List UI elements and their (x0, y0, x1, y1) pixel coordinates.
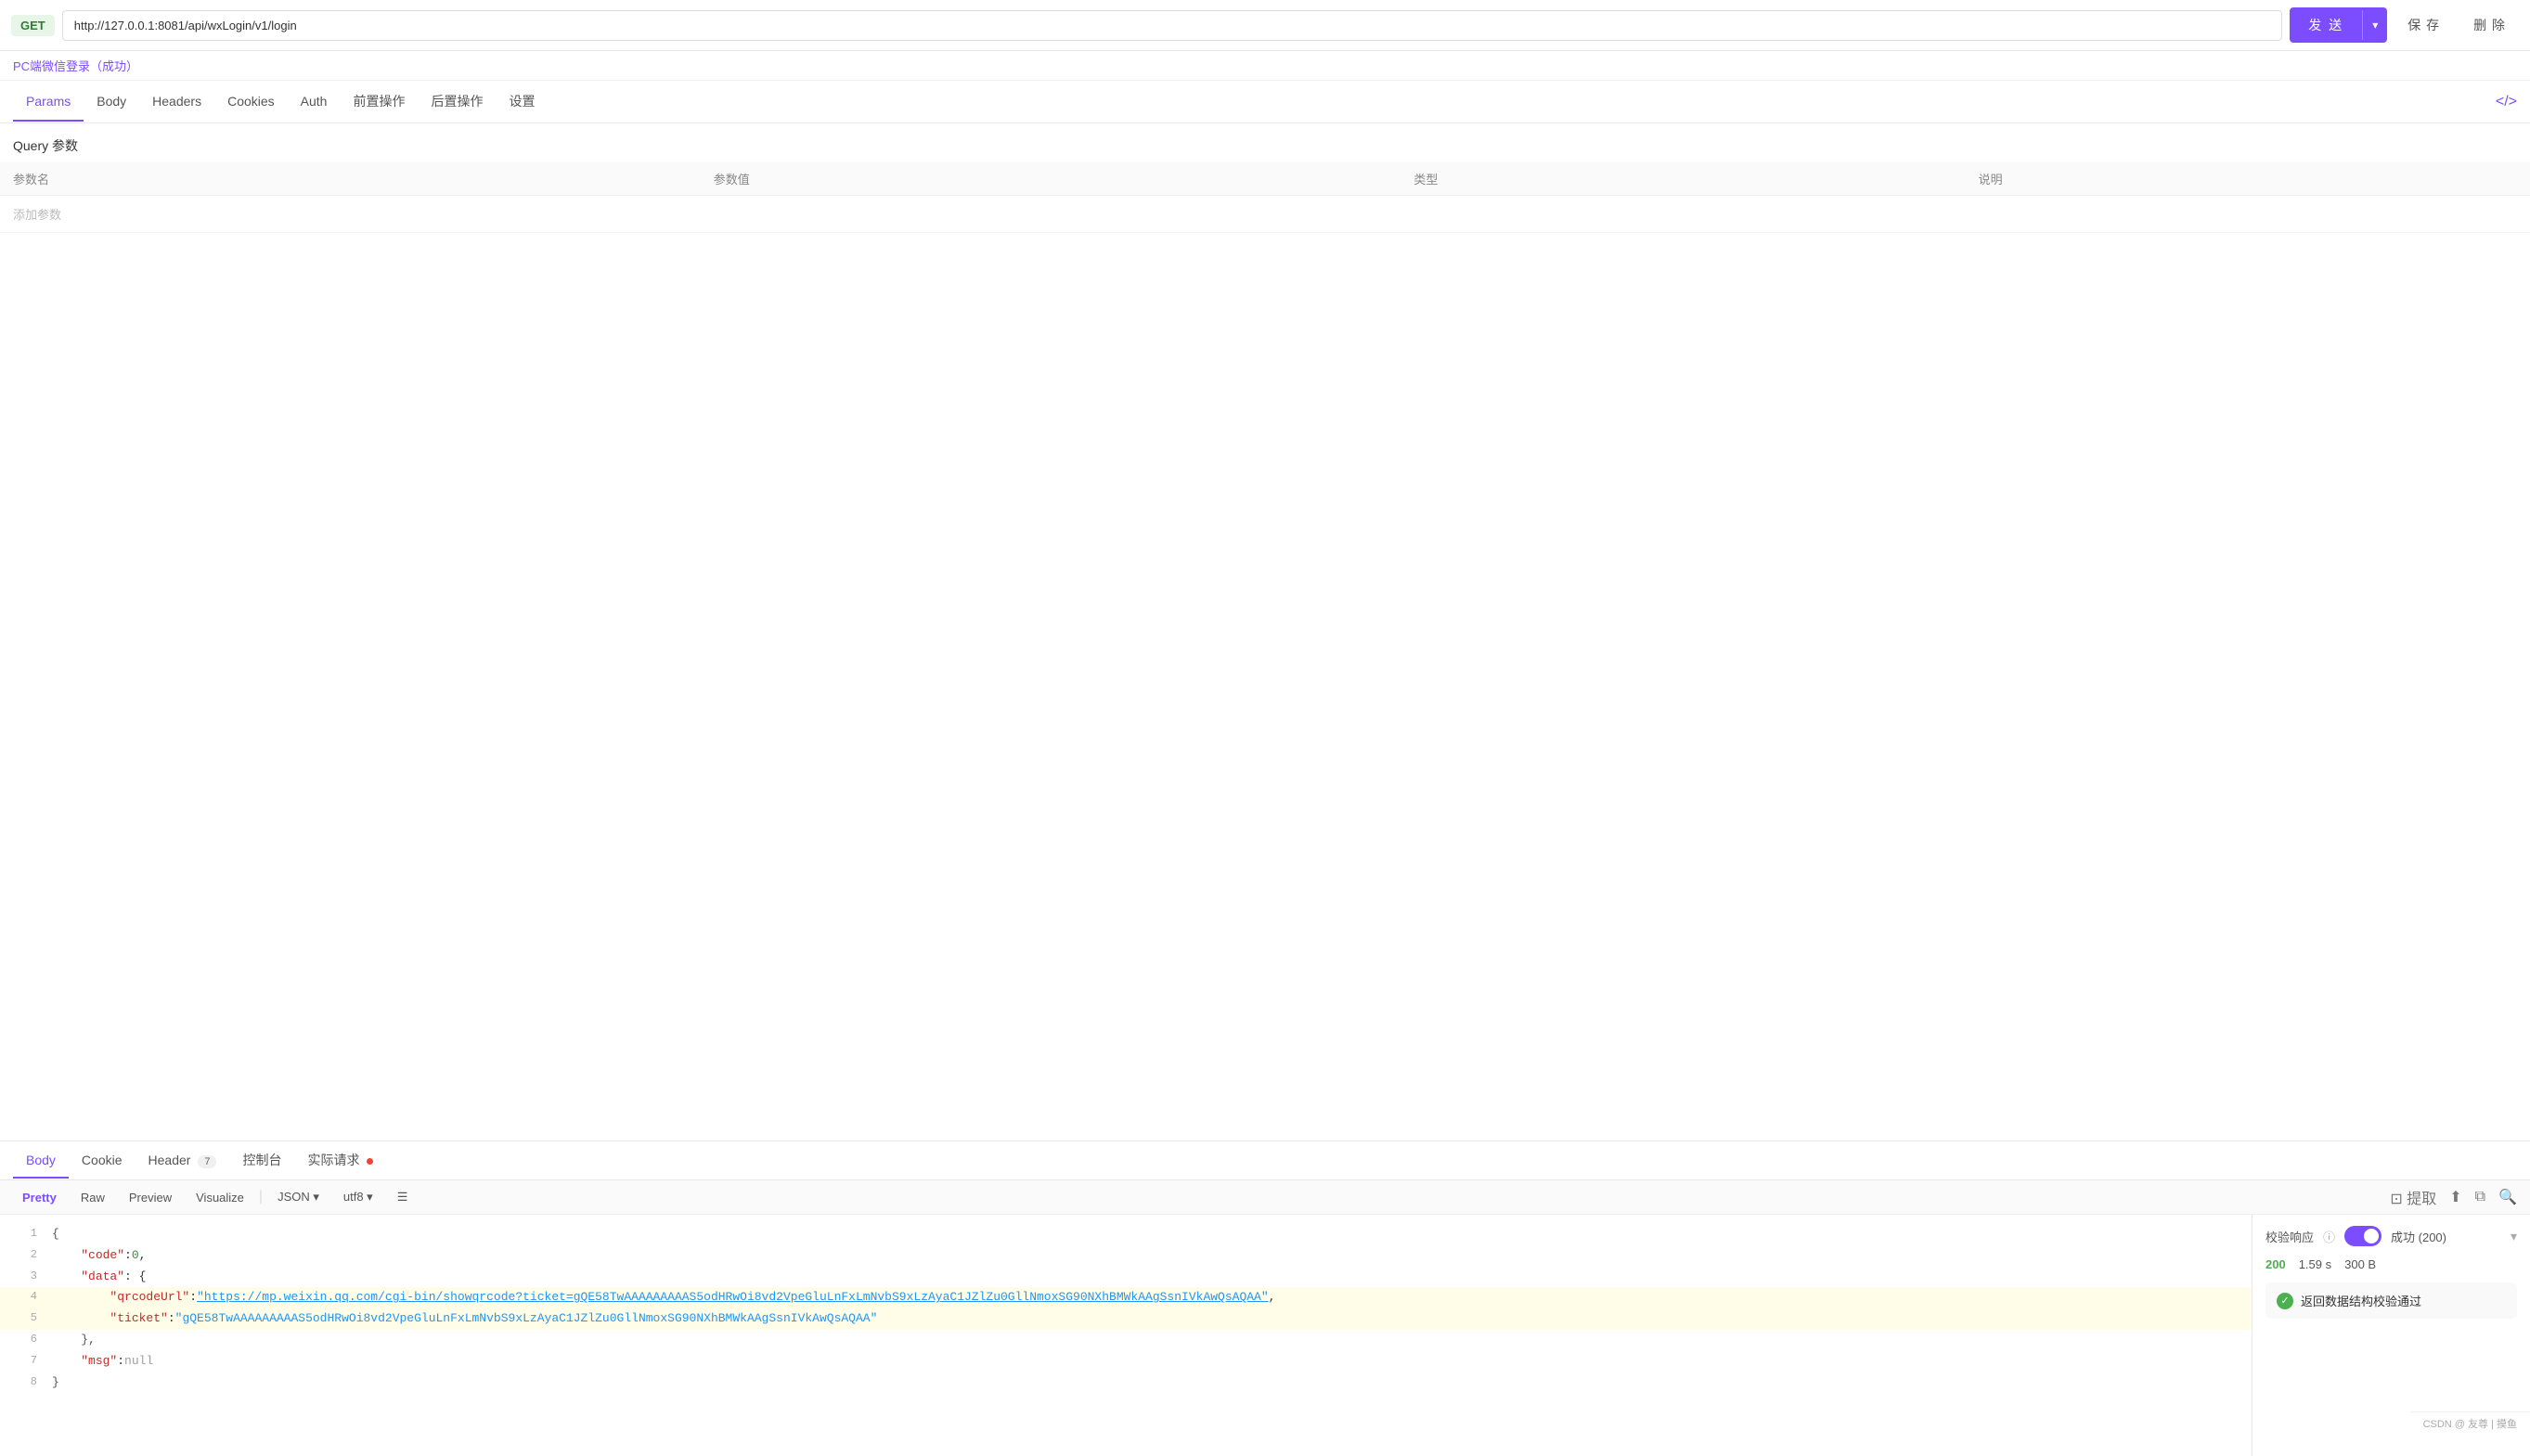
extract-icon[interactable]: ⊡ 提取 (2390, 1186, 2436, 1208)
export-icon[interactable]: ⬆ (2449, 1188, 2461, 1206)
tab-post-op[interactable]: 后置操作 (418, 81, 496, 123)
fmt-encoding-select[interactable]: utf8 ▾ (334, 1186, 382, 1208)
resp-tab-cookie[interactable]: Cookie (69, 1143, 136, 1179)
json-line-3: 3 "data": { (0, 1267, 2252, 1288)
validate-status: 成功 (200) (2391, 1228, 2446, 1245)
fmt-separator: | (259, 1189, 263, 1205)
col-param-type: 类型 (1401, 162, 1965, 196)
response-body-area: 1 { 2 "code": 0, 3 "data": { 4 "qrcodeUr… (0, 1215, 2530, 1456)
subtitle: PC端微信登录（成功） (0, 51, 2530, 81)
send-button[interactable]: 发 送 ▾ (2290, 7, 2387, 43)
tab-params[interactable]: Params (13, 83, 84, 122)
resp-tab-console[interactable]: 控制台 (229, 1141, 294, 1180)
response-header-bar: 校验响应 ⓘ 成功 (200) ▾ (2265, 1226, 2517, 1246)
actual-request-dot (367, 1158, 373, 1165)
tabs-bar: Params Body Headers Cookies Auth 前置操作 后置… (0, 81, 2530, 123)
status-codes: 200 1.59 s 300 B (2265, 1257, 2517, 1271)
json-line-7: 7 "msg": null (0, 1351, 2252, 1372)
response-tabs-bar: Body Cookie Header 7 控制台 实际请求 (0, 1141, 2530, 1180)
validate-toggle[interactable] (2344, 1226, 2382, 1246)
format-bar: Pretty Raw Preview Visualize | JSON ▾ ut… (0, 1180, 2530, 1215)
status-200: 200 (2265, 1257, 2286, 1271)
add-param-placeholder[interactable]: 添加参数 (0, 196, 2530, 233)
query-section-title: Query 参数 (0, 123, 2530, 162)
json-line-8: 8 } (0, 1372, 2252, 1394)
col-param-desc: 说明 (1966, 162, 2530, 196)
json-line-1: 1 { (0, 1224, 2252, 1245)
save-button[interactable]: 保 存 (2394, 8, 2453, 42)
validation-msg: 返回数据结构校验通过 (2301, 1292, 2421, 1309)
response-section: Body Cookie Header 7 控制台 实际请求 Pretty Raw… (0, 1140, 2530, 1456)
url-input[interactable] (62, 10, 2283, 41)
tab-headers[interactable]: Headers (139, 83, 214, 122)
resp-tab-header[interactable]: Header 7 (136, 1143, 230, 1179)
json-viewer: 1 { 2 "code": 0, 3 "data": { 4 "qrcodeUr… (0, 1215, 2252, 1456)
json-line-2: 2 "code": 0, (0, 1245, 2252, 1267)
tab-cookies[interactable]: Cookies (214, 83, 288, 122)
footer-text: CSDN @ 友尊 | 摸鱼 (2423, 1419, 2517, 1430)
fmt-pretty[interactable]: Pretty (13, 1187, 66, 1208)
delete-button[interactable]: 删 除 (2460, 8, 2519, 42)
tab-auth[interactable]: Auth (288, 83, 341, 122)
check-icon: ✓ (2277, 1293, 2293, 1309)
json-line-5: 5 "ticket": "gQE58TwAAAAAAAAAS5odHRwOi8v… (0, 1308, 2252, 1330)
json-line-4: 4 "qrcodeUrl": "https://mp.weixin.qq.com… (0, 1287, 2252, 1308)
fmt-preview[interactable]: Preview (120, 1187, 181, 1208)
query-params-section: Query 参数 参数名 参数值 类型 说明 添加参数 (0, 123, 2530, 1140)
header-badge: 7 (198, 1155, 216, 1168)
code-icon[interactable]: </> (2496, 94, 2517, 110)
response-size: 300 B (2344, 1257, 2376, 1271)
resp-tab-actual[interactable]: 实际请求 (294, 1141, 386, 1180)
fmt-raw[interactable]: Raw (71, 1187, 114, 1208)
col-param-name: 参数名 (0, 162, 701, 196)
fmt-filter-icon[interactable]: ☰ (388, 1186, 418, 1208)
fmt-json-select[interactable]: JSON ▾ (268, 1186, 329, 1208)
action-icons: ⊡ 提取 ⬆ ⧉ 🔍 (2390, 1186, 2517, 1208)
search-icon[interactable]: 🔍 (2498, 1188, 2517, 1206)
json-line-6: 6 }, (0, 1330, 2252, 1351)
help-icon: ⓘ (2323, 1228, 2335, 1245)
top-bar: GET 发 送 ▾ 保 存 删 除 (0, 0, 2530, 51)
add-param-row[interactable]: 添加参数 (0, 196, 2530, 233)
resp-tab-body[interactable]: Body (13, 1143, 69, 1179)
method-badge: GET (11, 15, 55, 36)
col-param-value: 参数值 (701, 162, 1401, 196)
validation-badge: ✓ 返回数据结构校验通过 (2265, 1282, 2517, 1319)
response-time: 1.59 s (2299, 1257, 2331, 1271)
tab-pre-op[interactable]: 前置操作 (340, 81, 418, 123)
sidebar-chevron[interactable]: ▾ (2511, 1229, 2517, 1244)
params-table: 参数名 参数值 类型 说明 添加参数 (0, 162, 2530, 233)
validate-label: 校验响应 (2265, 1228, 2314, 1245)
main-content: Query 参数 参数名 参数值 类型 说明 添加参数 Body Cookie (0, 123, 2530, 1456)
tab-body[interactable]: Body (84, 83, 139, 122)
footer-bar: CSDN @ 友尊 | 摸鱼 (2410, 1411, 2530, 1435)
copy-icon[interactable]: ⧉ (2475, 1189, 2485, 1205)
tab-settings[interactable]: 设置 (496, 81, 548, 123)
fmt-visualize[interactable]: Visualize (187, 1187, 253, 1208)
